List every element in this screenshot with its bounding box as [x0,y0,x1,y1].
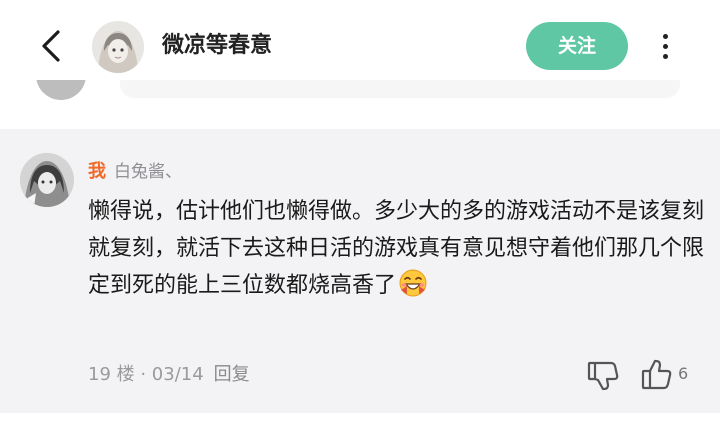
previous-comment-remnant [0,80,720,124]
thumbs-up-icon [641,359,672,390]
previous-comment-bubble [120,80,680,98]
comment-card: 我白兔酱、 懒得说，估计他们也懒得做。多少大的多的游戏活动不是该复刻就复刻，就活… [0,129,720,413]
avatar-illustration [20,153,74,207]
grinning-emoji-icon [399,269,427,297]
more-options-button[interactable] [654,30,678,64]
commenter-avatar[interactable] [20,153,74,207]
reply-button[interactable]: 回复 [214,364,250,385]
floor-and-date: 19 楼 · 03/14 [88,364,204,385]
dislike-button[interactable] [586,359,620,393]
like-button[interactable] [640,357,676,391]
like-count: 6 [678,364,689,383]
chevron-left-icon [42,30,60,62]
author-avatar[interactable] [92,21,144,73]
reply-to-user[interactable]: 白兔酱、 [114,162,182,182]
back-button[interactable] [32,26,72,66]
self-tag: 我 [88,161,106,182]
comment-text-block: 懒得说，估计他们也懒得做。多少大的多的游戏活动不是该复刻就复刻，就活下去这种日活… [88,193,706,304]
avatar-illustration [92,21,144,73]
comment-header: 我白兔酱、 [88,159,182,185]
bottom-separator [0,413,720,421]
comment-meta: 19 楼 · 03/14 回复 [88,361,250,389]
comment-text: 懒得说，估计他们也懒得做。多少大的多的游戏活动不是该复刻就复刻，就活下去这种日活… [88,199,705,298]
previous-comment-avatar [36,80,86,100]
thumbs-down-icon [587,361,619,391]
follow-button[interactable]: 关注 [526,22,628,70]
author-name[interactable]: 微凉等春意 [162,30,272,62]
